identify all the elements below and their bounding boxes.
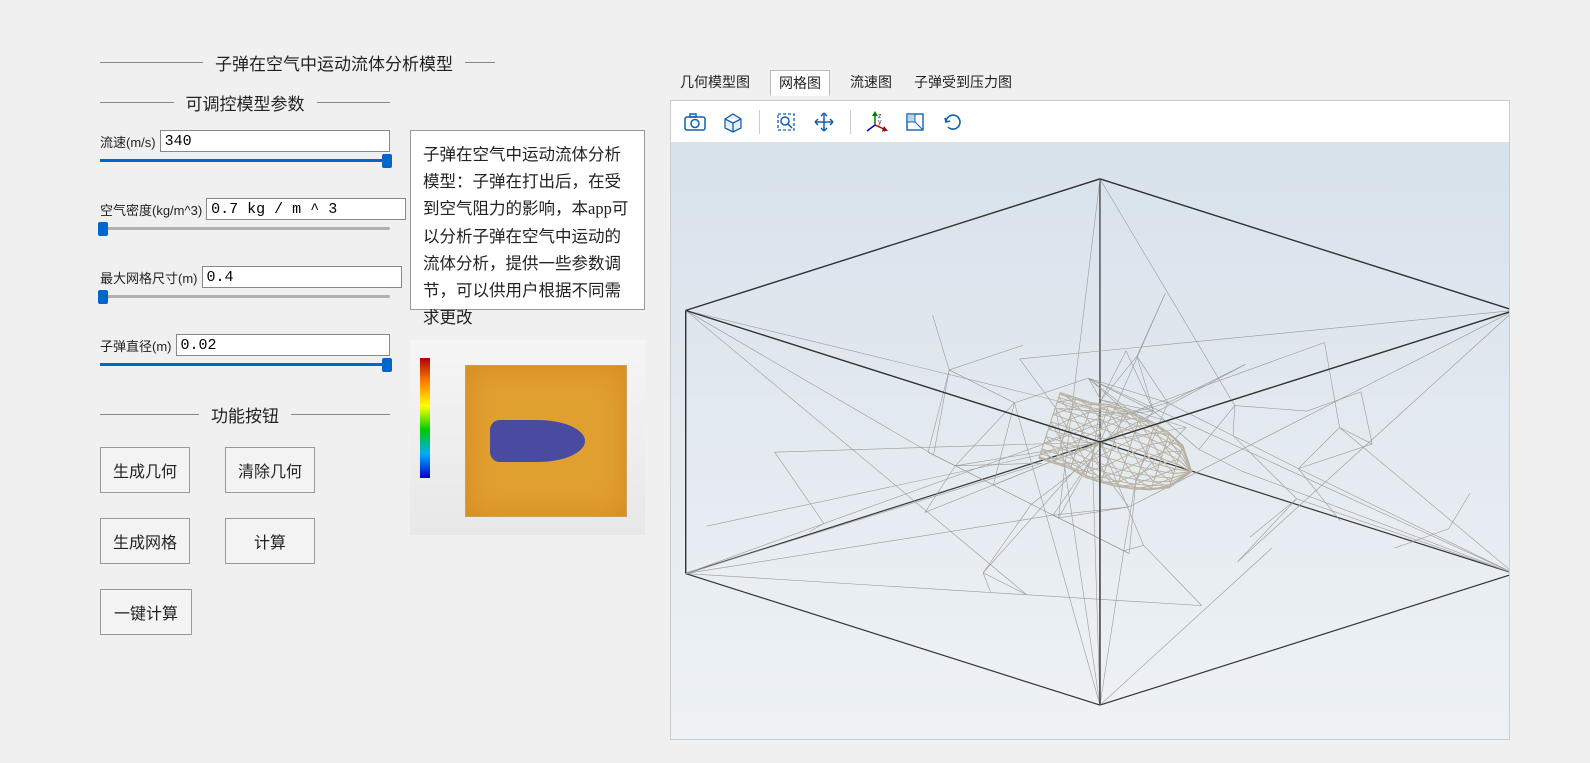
- divider-line: [465, 62, 495, 63]
- pan-arrows-icon[interactable]: [808, 106, 840, 138]
- param-label: 子弹直径(m): [100, 336, 172, 355]
- param-label: 流速(m/s): [100, 132, 156, 151]
- tab-velocity[interactable]: 流速图: [848, 70, 894, 96]
- param-mesh-size: 最大网格尺寸(m): [100, 266, 390, 304]
- viewer-panel: zyx: [670, 100, 1510, 740]
- air-density-input[interactable]: [206, 198, 406, 220]
- generate-geometry-button[interactable]: 生成几何: [100, 447, 190, 493]
- divider-line: [317, 102, 391, 103]
- params-column: 流速(m/s) 空气密度(kg/m^3): [100, 130, 390, 635]
- param-velocity: 流速(m/s): [100, 130, 390, 168]
- param-air-density: 空气密度(kg/m^3): [100, 198, 390, 236]
- clear-geometry-button[interactable]: 清除几何: [225, 447, 315, 493]
- right-panel: 几何模型图 网格图 流速图 子弹受到压力图: [670, 0, 1590, 763]
- buttons-heading: 功能按钮: [211, 402, 279, 427]
- result-thumbnail: [410, 340, 645, 535]
- controls-row: 流速(m/s) 空气密度(kg/m^3): [100, 130, 670, 635]
- one-click-compute-button[interactable]: 一键计算: [100, 589, 192, 635]
- svg-text:y: y: [878, 119, 882, 126]
- divider-line: [291, 414, 390, 415]
- diameter-input[interactable]: [176, 334, 391, 356]
- diameter-slider[interactable]: [100, 358, 390, 372]
- tab-geometry[interactable]: 几何模型图: [678, 70, 752, 96]
- params-heading: 可调控模型参数: [186, 90, 305, 115]
- buttons-heading-divider: 功能按钮: [100, 402, 390, 427]
- buttons-section: 功能按钮 生成几何 清除几何 生成网格 计算 一键计算: [100, 402, 390, 635]
- param-label: 空气密度(kg/m^3): [100, 200, 202, 219]
- screenshot-icon[interactable]: [679, 106, 711, 138]
- divider-line: [100, 414, 199, 415]
- svg-text:x: x: [882, 127, 886, 133]
- divider-line: [100, 102, 174, 103]
- print-box-icon[interactable]: [717, 106, 749, 138]
- main-title: 子弹在空气中运动流体分析模型: [215, 50, 453, 75]
- view-plane-icon[interactable]: [899, 106, 931, 138]
- params-heading-divider: 可调控模型参数: [100, 90, 390, 115]
- reset-rotation-icon[interactable]: [937, 106, 969, 138]
- velocity-slider[interactable]: [100, 154, 390, 168]
- tab-pressure[interactable]: 子弹受到压力图: [912, 70, 1014, 96]
- viewer-toolbar: zyx: [671, 101, 1509, 143]
- zoom-extents-icon[interactable]: [770, 106, 802, 138]
- description-box: 子弹在空气中运动流体分析模型：子弹在打出后，在受到空气阻力的影响，本app可以分…: [410, 130, 645, 310]
- param-label: 最大网格尺寸(m): [100, 268, 198, 287]
- colorbar-icon: [420, 358, 430, 478]
- compute-button[interactable]: 计算: [225, 518, 315, 564]
- mesh-wireframe: [671, 143, 1509, 739]
- side-column: 子弹在空气中运动流体分析模型：子弹在打出后，在受到空气阻力的影响，本app可以分…: [410, 130, 645, 535]
- toolbar-separator: [850, 110, 851, 134]
- toolbar-separator: [759, 110, 760, 134]
- buttons-grid: 生成几何 清除几何 生成网格 计算: [100, 447, 390, 564]
- air-density-slider[interactable]: [100, 222, 390, 236]
- tab-mesh[interactable]: 网格图: [770, 70, 830, 96]
- mesh-size-slider[interactable]: [100, 290, 390, 304]
- app-root: 子弹在空气中运动流体分析模型 可调控模型参数 流速(m/s): [0, 0, 1590, 763]
- axes-xyz-icon[interactable]: zyx: [861, 106, 893, 138]
- divider-line: [100, 62, 203, 63]
- velocity-input[interactable]: [160, 130, 390, 152]
- mesh-size-input[interactable]: [202, 266, 402, 288]
- generate-mesh-button[interactable]: 生成网格: [100, 518, 190, 564]
- view-tabs: 几何模型图 网格图 流速图 子弹受到压力图: [670, 70, 1590, 96]
- main-title-divider: 子弹在空气中运动流体分析模型: [100, 50, 495, 75]
- mesh-canvas[interactable]: [671, 143, 1509, 739]
- left-panel: 子弹在空气中运动流体分析模型 可调控模型参数 流速(m/s): [0, 0, 670, 763]
- param-diameter: 子弹直径(m): [100, 334, 390, 372]
- thumbnail-bullet: [490, 420, 585, 462]
